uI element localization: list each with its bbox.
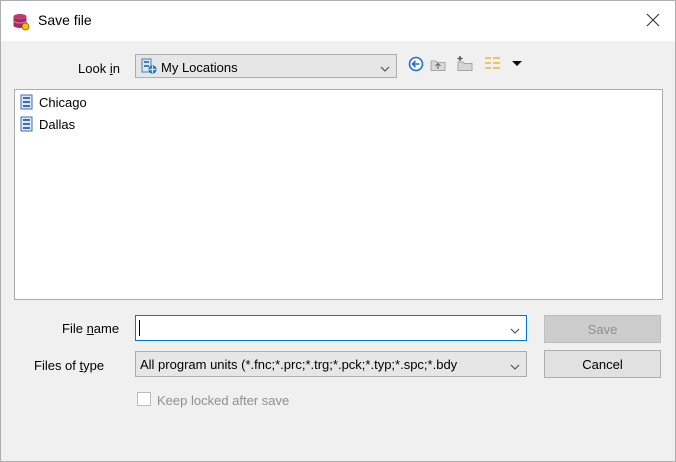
view-menu-icon[interactable] bbox=[484, 55, 502, 73]
server-icon bbox=[19, 116, 35, 132]
locations-icon bbox=[141, 58, 157, 74]
back-icon[interactable] bbox=[407, 55, 425, 73]
view-dropdown-icon[interactable] bbox=[508, 55, 526, 73]
text-cursor bbox=[139, 320, 140, 336]
look-in-value: My Locations bbox=[161, 60, 238, 75]
save-button[interactable]: Save bbox=[544, 315, 661, 343]
list-item-label: Chicago bbox=[39, 94, 87, 110]
list-item-label: Dallas bbox=[39, 116, 76, 132]
database-icon bbox=[12, 13, 30, 31]
title-bar: Save file bbox=[1, 1, 675, 41]
keep-locked-label: Keep locked after save bbox=[157, 393, 290, 408]
file-type-label: Files of type bbox=[34, 358, 105, 373]
new-folder-icon[interactable] bbox=[456, 55, 474, 73]
look-in-label: Look in bbox=[78, 61, 120, 76]
keep-locked-checkbox[interactable] bbox=[137, 392, 151, 406]
file-name-label: File name bbox=[62, 321, 120, 336]
file-type-select[interactable]: All program units (*.fnc;*.prc;*.trg;*.p… bbox=[135, 351, 527, 377]
list-item-chicago[interactable]: Chicago bbox=[19, 94, 87, 110]
close-button[interactable] bbox=[631, 1, 675, 39]
close-icon bbox=[646, 13, 660, 27]
chevron-down-icon bbox=[510, 360, 520, 370]
server-icon bbox=[19, 94, 35, 110]
up-folder-icon[interactable] bbox=[429, 55, 447, 73]
cancel-button[interactable]: Cancel bbox=[544, 350, 661, 378]
save-file-dialog: Save file Look in My Locations Chicago D… bbox=[0, 0, 676, 462]
file-list[interactable]: Chicago Dallas bbox=[14, 89, 663, 300]
file-type-value: All program units (*.fnc;*.prc;*.trg;*.p… bbox=[140, 357, 458, 372]
chevron-down-icon bbox=[380, 62, 390, 72]
chevron-down-icon[interactable] bbox=[510, 324, 520, 334]
file-name-field[interactable] bbox=[135, 315, 527, 341]
look-in-select[interactable]: My Locations bbox=[135, 54, 397, 78]
list-item-dallas[interactable]: Dallas bbox=[19, 116, 75, 132]
dialog-title: Save file bbox=[38, 12, 92, 28]
